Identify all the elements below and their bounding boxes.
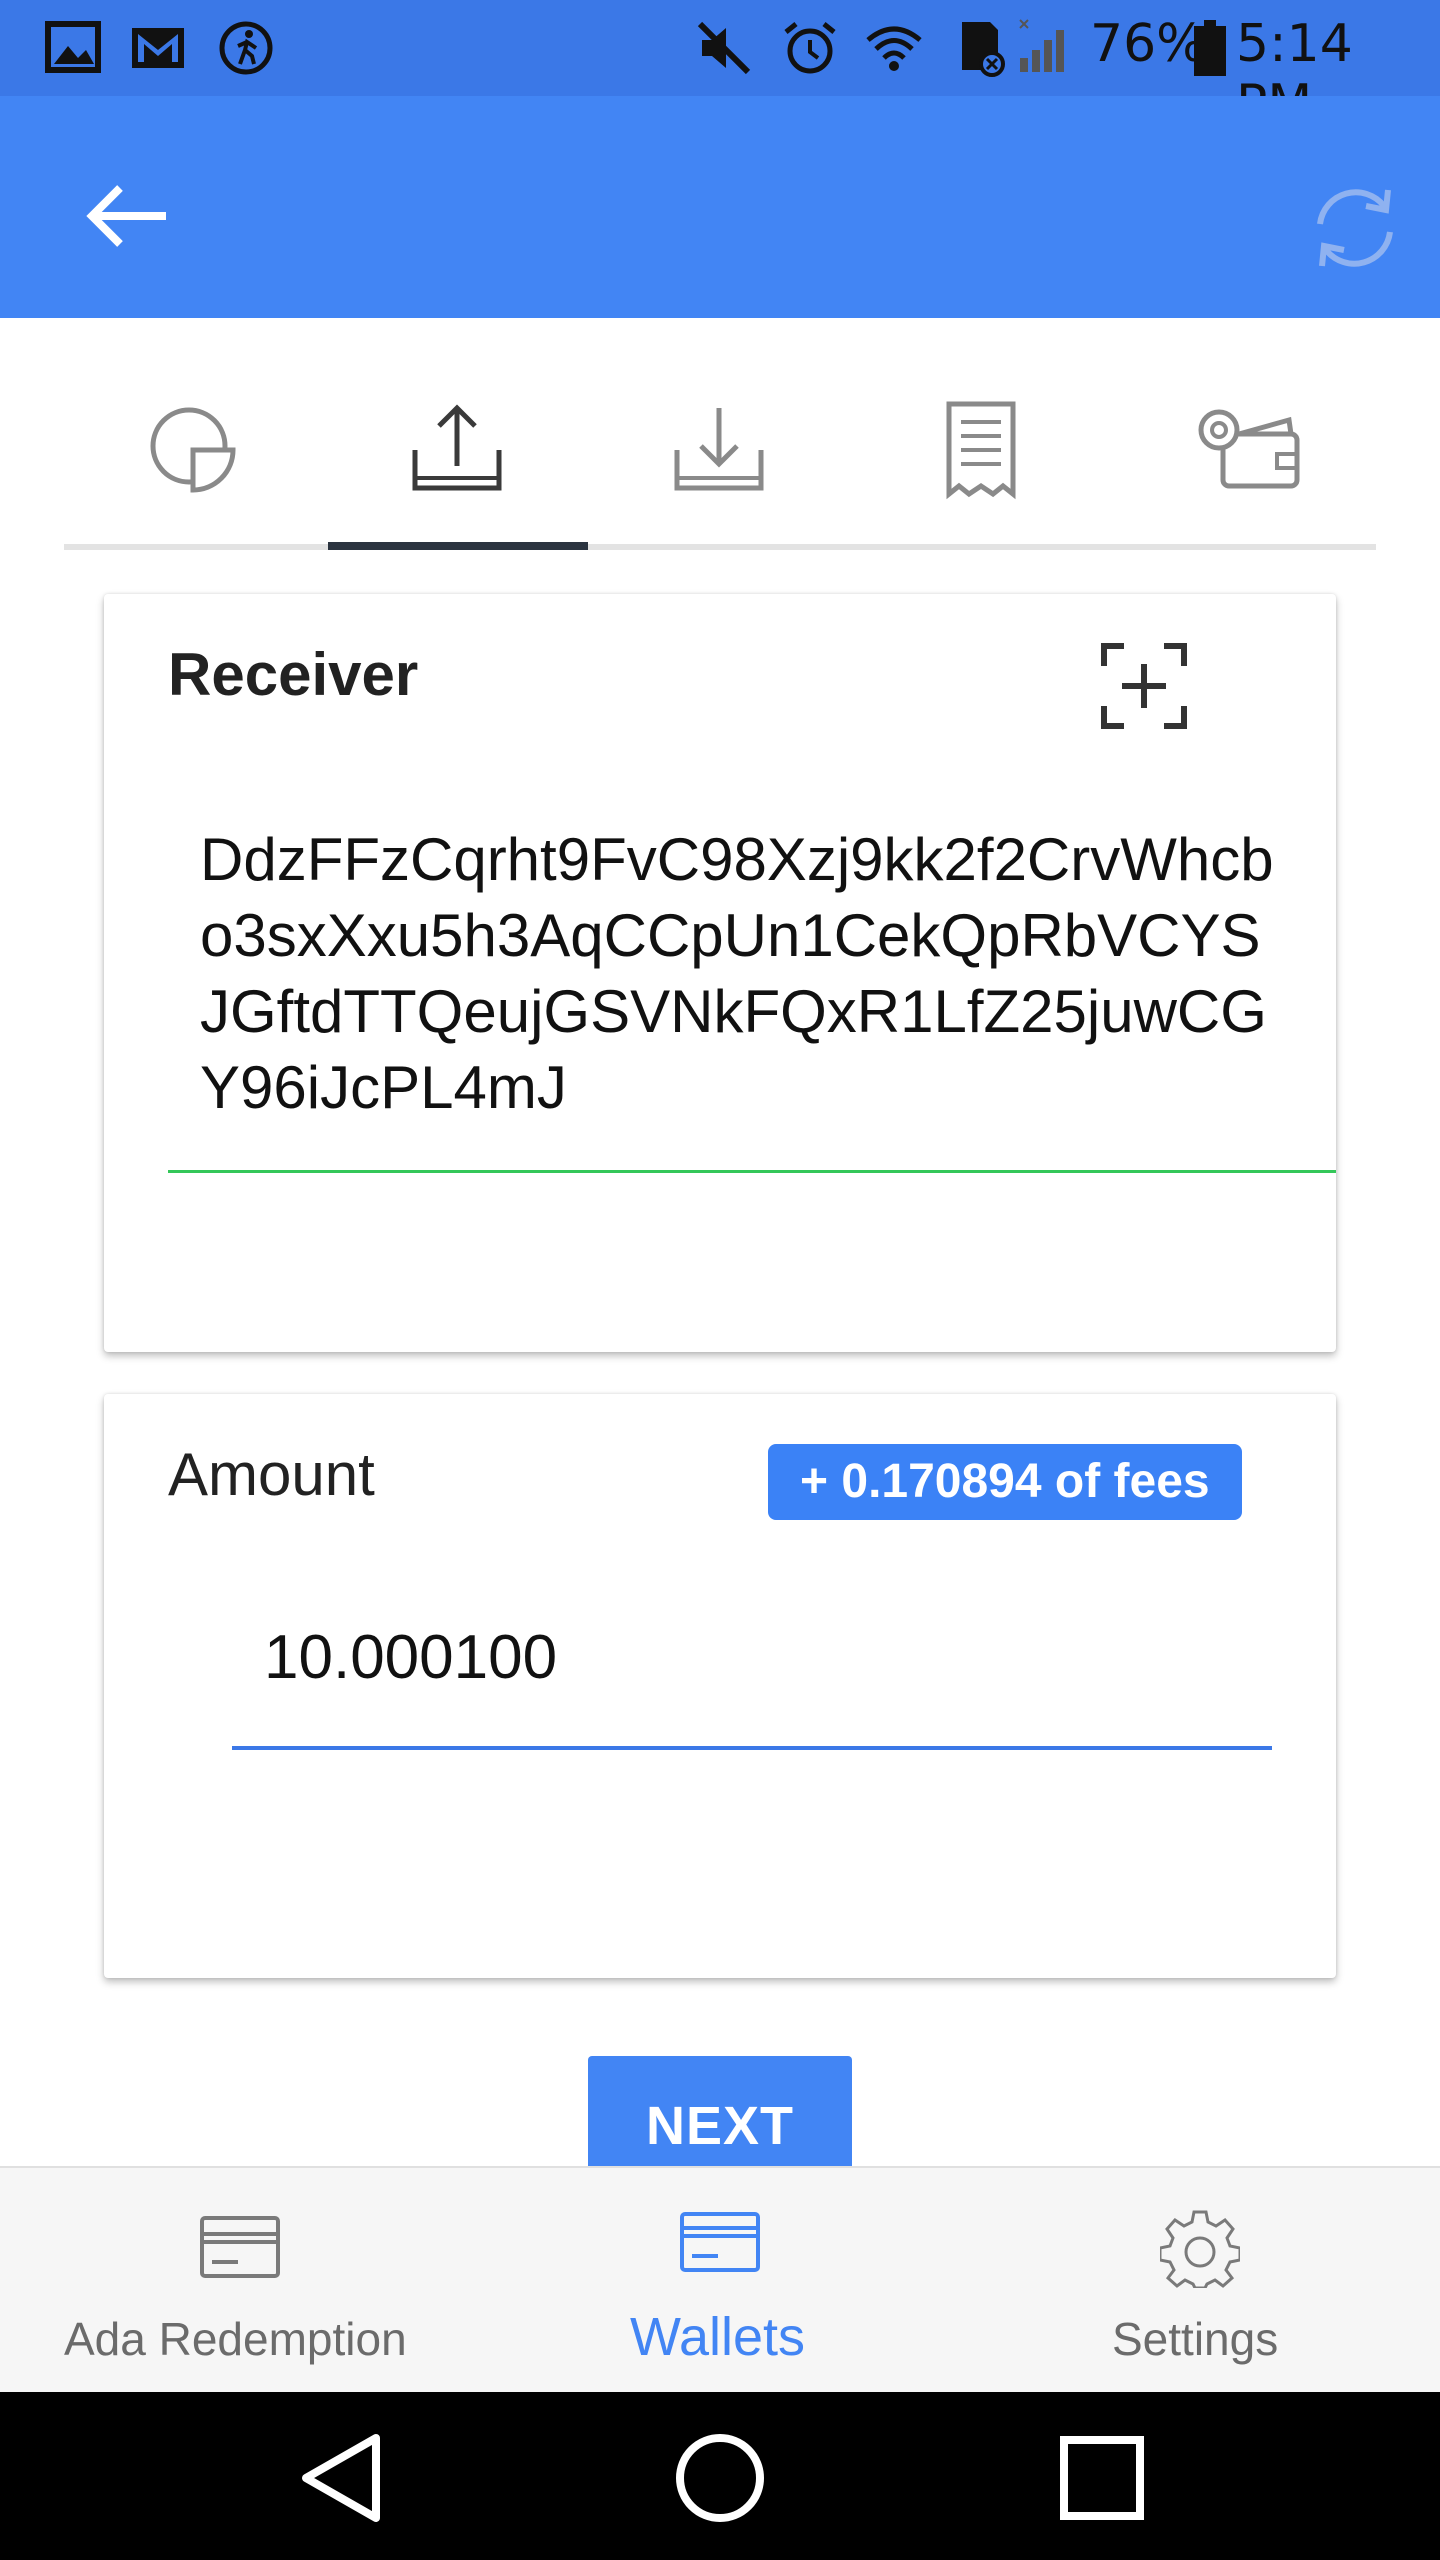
tab-receive[interactable] — [588, 380, 850, 552]
receiver-title: Receiver — [168, 641, 419, 708]
tab-transactions[interactable] — [850, 380, 1112, 552]
next-button[interactable]: NEXT — [588, 2056, 852, 2176]
tab-send[interactable] — [326, 380, 588, 552]
address-valid-underline — [168, 1170, 1336, 1173]
mute-icon — [697, 21, 751, 75]
fitness-icon — [219, 21, 273, 75]
app-bar — [0, 96, 1440, 318]
fees-badge: + 0.170894 of fees — [768, 1444, 1242, 1520]
gear-icon — [1160, 2210, 1240, 2288]
alarm-icon — [784, 22, 836, 74]
tab-summary[interactable] — [64, 380, 326, 552]
gmail-icon — [132, 28, 184, 68]
qr-scan-icon[interactable] — [1094, 636, 1194, 736]
amount-card: Amount + 0.170894 of fees 10.000100 — [104, 1394, 1336, 1978]
amount-input[interactable]: 10.000100 — [264, 1622, 557, 1693]
card-icon — [200, 2216, 280, 2278]
signal-icon — [1019, 19, 1064, 72]
receipt-icon — [946, 401, 1016, 500]
receiver-address-input[interactable]: DdzFFzCqrht9FvC98Xzj9kk2f2CrvWhcbo3sxXxu… — [200, 822, 1280, 1126]
pie-chart-icon — [150, 407, 236, 493]
nav-wallets[interactable]: Wallets — [480, 2168, 960, 2394]
receiver-card: Receiver DdzFFzCqrht9FvC98Xzj9kk2f2CrvWh… — [104, 594, 1336, 1352]
nav-settings[interactable]: Settings — [960, 2168, 1440, 2394]
bottom-navigation: Ada Redemption Wallets Settings — [0, 2166, 1440, 2392]
amount-underline — [232, 1746, 1272, 1750]
recents-square-icon[interactable] — [1052, 2428, 1152, 2528]
nav-ada-redemption[interactable]: Ada Redemption — [0, 2168, 480, 2394]
nav-label-ada-redemption: Ada Redemption — [64, 2313, 407, 2365]
wifi-icon — [866, 26, 922, 71]
tab-wallet-settings[interactable] — [1112, 380, 1374, 552]
sd-card-icon — [962, 22, 1005, 77]
nav-label-wallets: Wallets — [630, 2307, 806, 2367]
refresh-icon[interactable] — [1300, 172, 1410, 282]
wallet-settings-icon — [1198, 409, 1300, 489]
status-bar: 76% 5:14 PM — [0, 0, 1440, 134]
send-upload-icon — [412, 404, 502, 491]
battery-icon — [1194, 20, 1226, 76]
battery-percent: 76% — [1090, 14, 1206, 74]
wallet-tabs — [64, 380, 1376, 552]
arrow-left-icon[interactable] — [80, 168, 176, 264]
system-navigation-bar — [0, 2392, 1440, 2560]
amount-title: Amount — [168, 1441, 375, 1508]
wallet-card-icon — [680, 2212, 760, 2272]
tabs-divider — [64, 544, 1376, 550]
send-screen: 76% 5:14 PM — [0, 0, 1440, 2560]
back-triangle-icon[interactable] — [292, 2428, 392, 2528]
receive-download-icon — [674, 408, 764, 491]
gallery-icon — [45, 21, 101, 73]
active-tab-indicator — [328, 542, 588, 550]
nav-label-settings: Settings — [1112, 2313, 1279, 2365]
home-circle-icon[interactable] — [670, 2428, 770, 2528]
